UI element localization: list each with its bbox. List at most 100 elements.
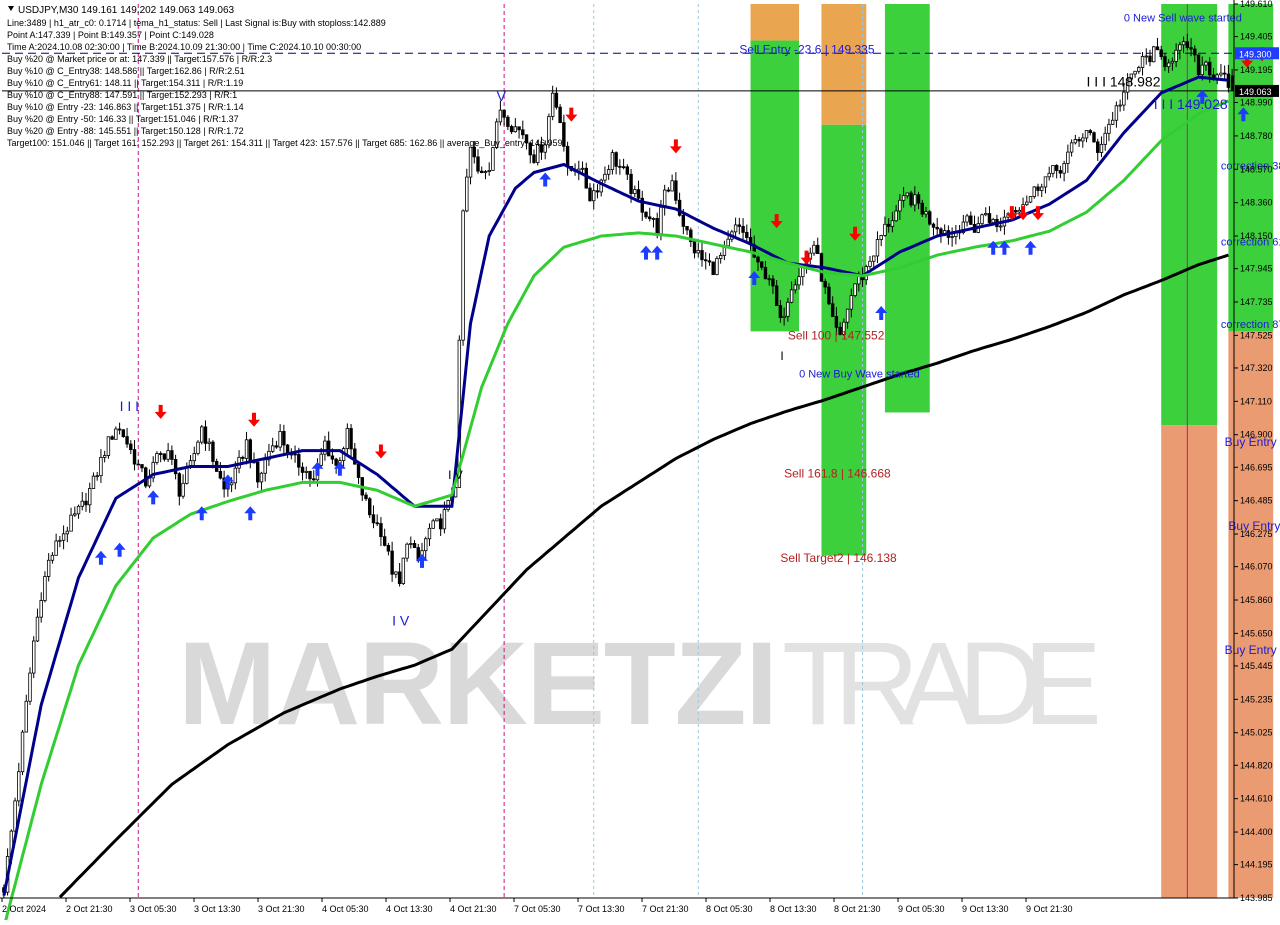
candle-body — [368, 498, 372, 516]
candle-body — [633, 189, 637, 194]
candle-body — [99, 456, 103, 477]
candle-body — [1219, 72, 1223, 76]
candle-body — [584, 167, 588, 189]
candle-body — [565, 145, 570, 167]
candle-body — [177, 473, 182, 497]
candle-body — [468, 146, 473, 178]
candle-body — [1118, 104, 1122, 107]
candle-body — [61, 533, 66, 541]
candle-body — [158, 453, 163, 455]
candle-body — [894, 210, 898, 222]
chart-annotation: Sell Target2 | 146.138 — [780, 551, 897, 565]
time-tick-label: 8 Oct 05:30 — [706, 904, 753, 914]
time-tick-label: 8 Oct 21:30 — [834, 904, 881, 914]
candle-body — [1174, 49, 1178, 62]
candle-body — [1062, 163, 1066, 174]
candle-body — [659, 206, 663, 235]
candle-body — [886, 223, 891, 227]
candle-body — [270, 445, 275, 452]
candle-body — [621, 166, 626, 169]
candle-body — [323, 440, 327, 455]
candle-body — [114, 428, 118, 440]
candle-body — [1208, 61, 1212, 76]
candle-body — [1193, 48, 1197, 56]
candle-body — [412, 543, 417, 549]
watermark: MARKETZI TRADE — [178, 618, 1102, 750]
candle-body — [774, 285, 779, 307]
candle-body — [648, 216, 652, 220]
candle-body — [928, 211, 932, 225]
price-tick-label: 144.820 — [1240, 760, 1273, 770]
candle-body — [771, 278, 775, 287]
candle-body — [692, 241, 697, 254]
candle-body — [834, 316, 839, 328]
time-tick-label: 4 Oct 13:30 — [386, 904, 433, 914]
chart-annotation: 0 New Buy Wave started — [799, 368, 920, 380]
price-tick-label: 148.360 — [1240, 198, 1273, 208]
candle-body — [304, 470, 308, 473]
candle-body — [241, 456, 245, 459]
candle-body — [1099, 143, 1104, 153]
candle-body — [737, 224, 742, 227]
price-tick-label: 147.320 — [1240, 363, 1273, 373]
candle-body — [1189, 47, 1193, 50]
price-tick-label: 145.860 — [1240, 595, 1273, 605]
candle-body — [1185, 41, 1190, 48]
candle-body — [95, 475, 99, 478]
candle-body — [916, 194, 921, 204]
candle-body — [69, 514, 73, 532]
candle-body — [935, 226, 939, 230]
candle-body — [1051, 164, 1055, 174]
candle-body — [920, 202, 924, 215]
candle-body — [969, 215, 973, 225]
candle-body — [857, 275, 861, 285]
candle-body — [76, 505, 81, 515]
candle-body — [312, 478, 316, 481]
candle-body — [207, 441, 211, 444]
price-tick-label: 147.735 — [1240, 297, 1273, 307]
candle-body — [1170, 60, 1175, 64]
candle-body — [1081, 137, 1085, 142]
candle-body — [427, 527, 432, 540]
candle-body — [1114, 105, 1119, 121]
chart-annotation: I I I — [120, 398, 139, 414]
candle-body — [162, 453, 167, 460]
candle-body — [192, 453, 196, 462]
candle-body — [700, 250, 704, 261]
price-tick-label: 148.990 — [1240, 98, 1273, 108]
candle-body — [778, 305, 783, 318]
zone-bar — [1161, 425, 1218, 898]
candle-body — [580, 167, 585, 170]
price-tick-label: 144.195 — [1240, 860, 1273, 870]
candle-body — [110, 436, 114, 440]
candle-body — [203, 426, 208, 444]
candle-body — [20, 731, 25, 773]
candle-body — [655, 218, 659, 235]
candle-body — [263, 459, 267, 474]
candle-body — [1196, 54, 1201, 76]
candle-body — [1107, 123, 1111, 134]
candle-body — [397, 571, 402, 584]
candle-body — [939, 228, 943, 235]
candle-body — [1066, 151, 1070, 164]
candle-body — [763, 266, 768, 280]
candle-body — [651, 218, 656, 220]
candle-body — [562, 122, 566, 147]
candle-body — [43, 576, 47, 601]
price-tick-label: 145.235 — [1240, 694, 1273, 704]
candle-body — [931, 223, 936, 228]
candle-body — [853, 283, 857, 297]
price-tick-label: 148.150 — [1240, 231, 1273, 241]
candle-body — [1092, 132, 1096, 143]
price-tick-label: 146.485 — [1240, 496, 1273, 506]
candle-body — [924, 211, 928, 215]
candle-body — [816, 244, 820, 255]
candle-body — [24, 700, 28, 733]
candle-body — [1163, 56, 1167, 68]
candle-body — [65, 530, 70, 535]
chart-annotation: I I I 149.028 — [1154, 96, 1228, 112]
price-tick-label: 144.400 — [1240, 827, 1273, 837]
time-tick-label: 7 Oct 21:30 — [642, 904, 689, 914]
candle-body — [278, 431, 282, 448]
price-tick-label: 145.025 — [1240, 728, 1273, 738]
